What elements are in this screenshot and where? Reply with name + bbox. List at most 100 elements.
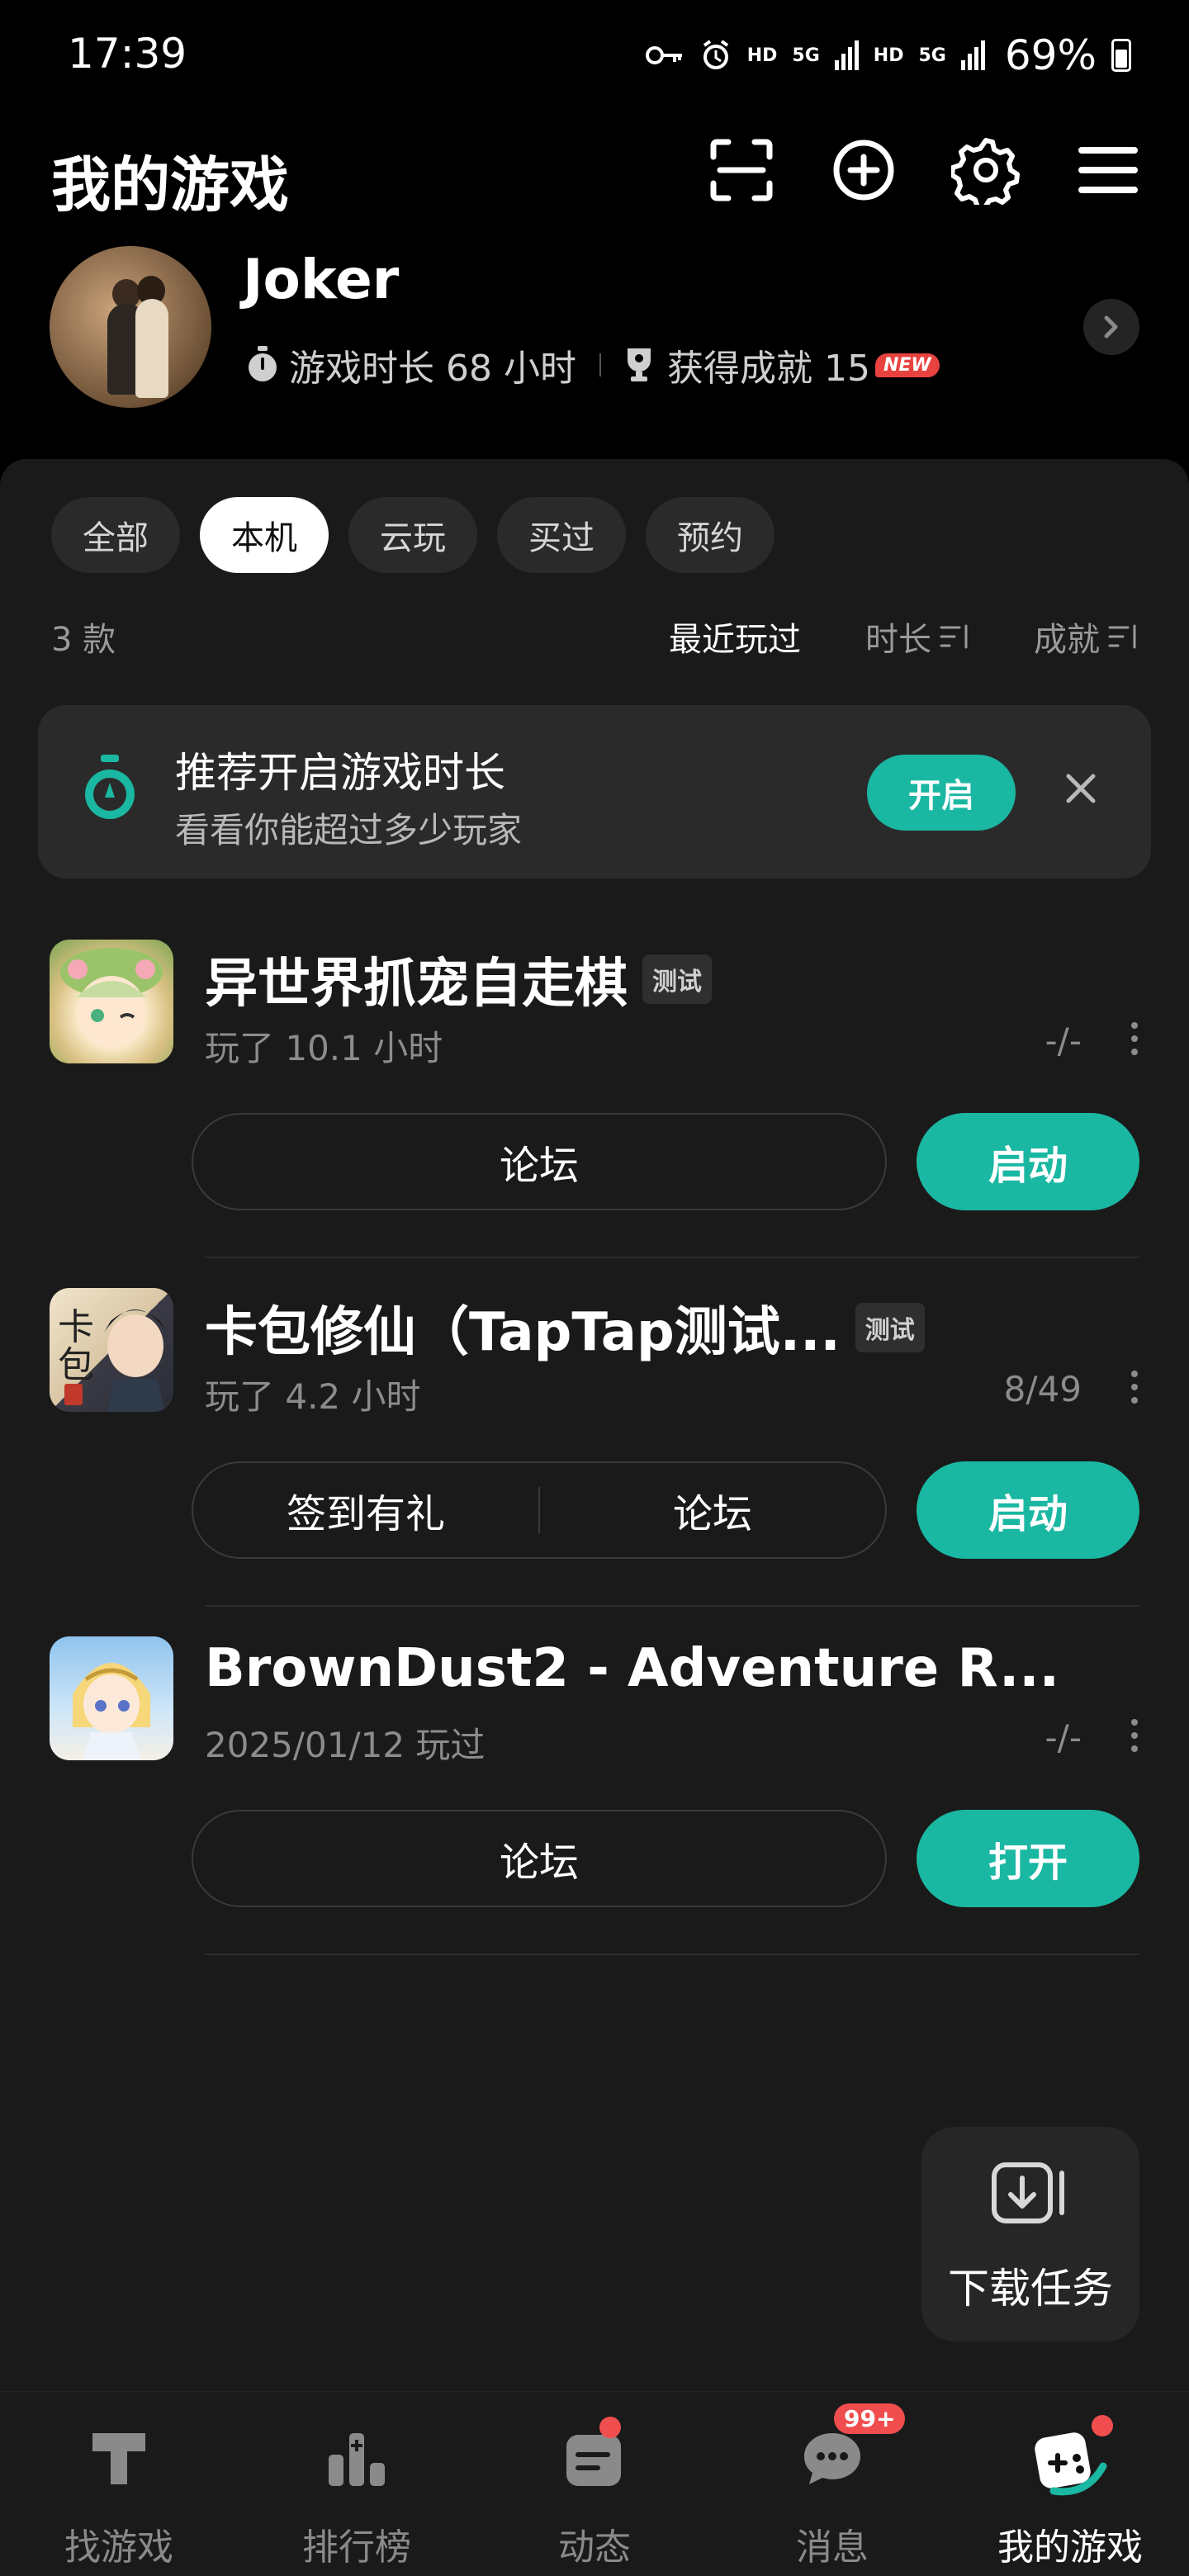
enable-button[interactable]: 开启 <box>867 755 1016 831</box>
forum-button[interactable]: 论坛 <box>193 1830 885 1887</box>
game-title: 异世界抓宠自走棋 测试 <box>205 941 712 1017</box>
game-links: 签到有礼 论坛 <box>192 1461 887 1559</box>
close-icon[interactable] <box>1062 769 1100 807</box>
games-panel: 全部 本机 云玩 买过 预约 3 款 最近玩过 时长 成就 推荐开启游戏时长 看… <box>0 459 1189 2391</box>
status-time: 17:39 <box>68 30 187 78</box>
game-icon[interactable] <box>50 1636 173 1760</box>
gear-icon <box>951 138 1020 205</box>
game-character-icon <box>60 948 163 1049</box>
profile-name: Joker <box>243 248 400 311</box>
tab-feed[interactable]: 动态 <box>476 2392 713 2576</box>
battery-percent: 69% <box>1004 31 1097 79</box>
feed-notification-dot <box>599 2417 621 2438</box>
avatar[interactable] <box>50 246 211 408</box>
my-games-notification-dot <box>1092 2415 1113 2436</box>
game-title: 卡包修仙（TapTap测试... 测试 <box>205 1290 925 1366</box>
more-options-icon[interactable] <box>1131 1719 1138 1752</box>
message-icon <box>804 2433 860 2484</box>
tab-label: 消息 <box>796 2526 869 2569</box>
profile-detail-button[interactable] <box>1083 299 1139 355</box>
battery-icon <box>1111 39 1131 72</box>
avatar-figure-body-2 <box>135 299 168 398</box>
game-item: 异世界抓宠自走棋 测试 玩了 10.1 小时 -/- 论坛 启动 <box>0 925 1189 1271</box>
game-count: 3 款 <box>51 621 116 659</box>
hd-indicator-2: HD <box>873 45 904 66</box>
download-icon <box>992 2162 1064 2223</box>
tab-label: 找游戏 <box>64 2526 173 2569</box>
signal-icon <box>834 40 859 70</box>
game-achievement-progress: 8/49 <box>1003 1369 1082 1409</box>
game-links: 论坛 <box>192 1113 887 1210</box>
add-button[interactable] <box>826 132 902 208</box>
sort-options: 最近玩过 时长 成就 <box>669 613 1138 661</box>
scan-button[interactable] <box>703 132 779 208</box>
launch-button[interactable]: 启动 <box>917 1113 1139 1210</box>
sort-duration[interactable]: 时长 <box>865 613 969 661</box>
playtime-text: 游戏时长 68 小时 <box>289 348 576 390</box>
settings-button[interactable] <box>948 132 1024 208</box>
game-title-text: BrownDust2 - Adventure R... <box>205 1638 1059 1699</box>
forum-button[interactable]: 论坛 <box>193 1133 885 1191</box>
open-button[interactable]: 打开 <box>917 1810 1139 1907</box>
playtime-banner: 推荐开启游戏时长 看看你能超过多少玩家 开启 <box>38 705 1151 878</box>
status-bar: 17:39 HD 5G HD 5G 69% <box>0 0 1189 107</box>
more-options-icon[interactable] <box>1131 1371 1138 1404</box>
test-tag: 测试 <box>855 1303 925 1352</box>
ranking-icon <box>329 2433 385 2486</box>
game-item: 卡包 卡包修仙（TapTap测试... 测试 玩了 4.2 小时 8/49 签到… <box>0 1273 1189 1620</box>
new-badge: NEW <box>874 353 940 377</box>
test-tag: 测试 <box>642 954 712 1004</box>
taptap-icon <box>92 2433 145 2484</box>
tab-my-games[interactable]: 我的游戏 <box>951 2392 1189 2576</box>
game-links: 论坛 <box>192 1810 887 1907</box>
divider <box>205 1953 1139 1955</box>
hamburger-menu-icon <box>1078 147 1138 193</box>
banner-title: 推荐开启游戏时长 <box>175 749 505 797</box>
scan-icon <box>710 139 773 201</box>
chevron-right-icon <box>1104 315 1118 339</box>
banner-subtitle: 看看你能超过多少玩家 <box>175 810 523 850</box>
game-icon[interactable]: 卡包 <box>50 1288 173 1412</box>
game-playtime: 玩了 4.2 小时 <box>205 1376 421 1417</box>
chip-reserved[interactable]: 预约 <box>646 497 775 573</box>
checkin-reward-button[interactable]: 签到有礼 <box>193 1481 538 1539</box>
menu-button[interactable] <box>1070 132 1146 208</box>
game-playtime: 玩了 10.1 小时 <box>205 1028 443 1068</box>
svg-text:包: 包 <box>58 1344 94 1386</box>
game-achievement-progress: -/- <box>1045 1717 1082 1758</box>
game-character-icon: 卡包 <box>58 1306 167 1412</box>
tab-discover[interactable]: 找游戏 <box>0 2392 238 2576</box>
message-count-badge: 99+ <box>834 2403 906 2434</box>
game-character-icon <box>73 1663 150 1760</box>
game-last-played: 2025/01/12 玩过 <box>205 1725 486 1765</box>
chip-cloud[interactable]: 云玩 <box>348 497 477 573</box>
game-title: BrownDust2 - Adventure R... <box>205 1638 1059 1699</box>
sort-achievement-label: 成就 <box>1034 621 1100 659</box>
download-tasks-button[interactable]: 下载任务 <box>921 2127 1139 2342</box>
signal-icon-2 <box>960 40 985 70</box>
game-icon[interactable] <box>50 940 173 1063</box>
trophy-icon <box>627 348 651 381</box>
header-actions <box>703 132 1146 208</box>
forum-button[interactable]: 论坛 <box>540 1481 885 1539</box>
chip-purchased[interactable]: 买过 <box>497 497 626 573</box>
sort-achievement[interactable]: 成就 <box>1034 613 1138 661</box>
chip-all[interactable]: 全部 <box>51 497 180 573</box>
download-tasks-label: 下载任务 <box>948 2265 1113 2313</box>
game-title-text: 异世界抓宠自走棋 <box>205 954 628 1015</box>
tab-rankings[interactable]: 排行榜 <box>238 2392 476 2576</box>
divider <box>205 1605 1139 1607</box>
launch-button[interactable]: 启动 <box>917 1461 1139 1559</box>
filter-chips: 全部 本机 云玩 买过 预约 <box>51 497 775 573</box>
stats-divider <box>599 353 601 376</box>
sort-recent[interactable]: 最近玩过 <box>669 613 801 661</box>
status-icons: HD 5G HD 5G 69% <box>645 31 1131 79</box>
page-title: 我的游戏 <box>51 150 290 220</box>
add-circle-icon <box>833 140 894 201</box>
tab-messages[interactable]: 99+ 消息 <box>713 2392 951 2576</box>
more-options-icon[interactable] <box>1131 1022 1138 1055</box>
divider <box>205 1257 1139 1258</box>
network-type: 5G <box>792 45 820 66</box>
chip-local[interactable]: 本机 <box>200 497 329 573</box>
tab-label: 我的游戏 <box>997 2526 1143 2569</box>
